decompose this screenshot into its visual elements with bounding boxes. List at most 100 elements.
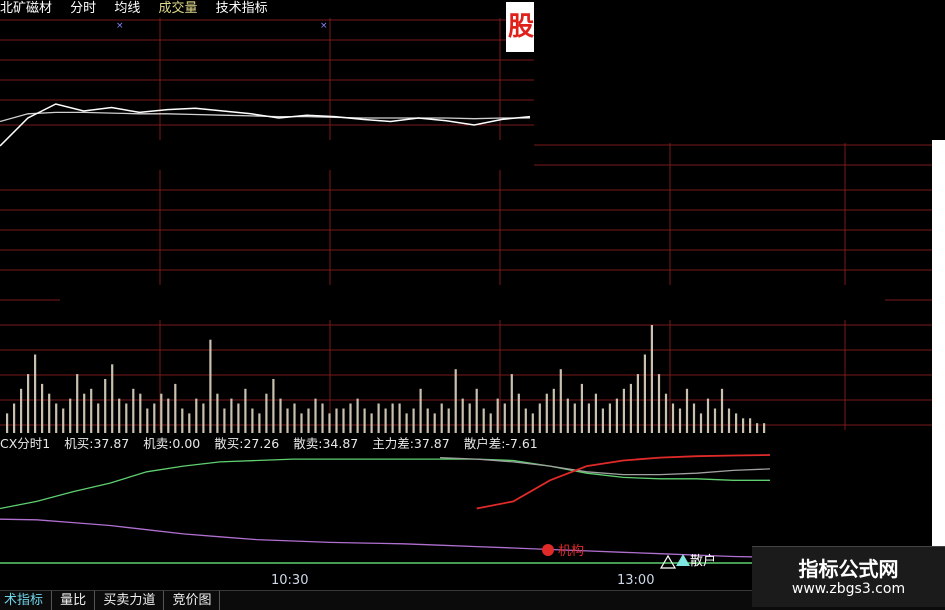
indicator-zhulicha: 主力差:37.87	[372, 436, 450, 451]
volume-bar-17	[125, 403, 128, 433]
watermark-url: www.zbgs3.com	[791, 581, 906, 597]
sanhu-line	[0, 518, 771, 558]
volume-bar-88	[622, 388, 625, 433]
volume-bar-0	[6, 413, 9, 433]
volume-bar-51	[363, 408, 366, 433]
volume-bar-23	[167, 398, 170, 433]
volume-bar-75	[531, 413, 534, 433]
volume-bar-40	[286, 408, 289, 433]
volume-bar-10	[76, 374, 79, 433]
volume-bar-84	[594, 393, 597, 433]
mask-mid-band	[60, 285, 885, 320]
volume-bar-50	[356, 398, 359, 433]
volume-bar-41	[293, 403, 296, 433]
volume-bar-73	[517, 393, 520, 433]
tab-jingjiatu[interactable]: 竞价图	[168, 591, 221, 610]
top-marker-1: ×	[116, 21, 124, 31]
volume-bar-19	[139, 393, 142, 433]
volume-bar-36	[258, 413, 261, 433]
volume-bar-87	[615, 398, 618, 433]
volume-bar-78	[552, 388, 555, 433]
chart-canvas: 机构散户 × ×	[0, 0, 945, 600]
volume-bar-20	[146, 408, 149, 433]
volume-bar-33	[237, 403, 240, 433]
volume-bar-80	[566, 398, 569, 433]
volume-bar-5	[41, 383, 44, 433]
volume-bar-104	[735, 413, 738, 433]
volume-bar-58	[412, 408, 415, 433]
volume-bar-45	[321, 403, 324, 433]
volume-bar-61	[433, 413, 436, 433]
volume-bar-39	[279, 398, 282, 433]
jigou-label: 机构	[558, 544, 584, 559]
volume-bar-60	[426, 408, 429, 433]
volume-bar-32	[230, 398, 233, 433]
volume-bar-18	[132, 388, 135, 433]
sanhu-marker	[676, 554, 690, 566]
volume-bar-16	[118, 398, 121, 433]
brand-logo-glyph: 股	[508, 12, 535, 42]
volume-bar-106	[749, 418, 752, 433]
volume-bar-96	[678, 408, 682, 433]
volume-bar-47	[335, 408, 338, 433]
volume-bar-90	[636, 374, 639, 433]
zhuli-line	[0, 458, 770, 510]
time-label-1030: 10:30	[271, 573, 309, 588]
indicator-jimai: 机买:37.87	[64, 436, 130, 451]
volume-bar-98	[692, 403, 696, 433]
volume-bar-42	[300, 413, 303, 433]
right-edge-strip	[932, 140, 945, 600]
jigou-marker	[542, 544, 554, 556]
volume-bar-82	[580, 383, 583, 433]
sanhu-label: 散户	[690, 553, 716, 569]
volume-bar-4	[34, 354, 37, 433]
volume-bar-37	[265, 393, 268, 433]
volume-bar-25	[181, 408, 184, 433]
top-marker-2: ×	[320, 21, 328, 31]
indicator-name[interactable]: CX分时1	[0, 436, 50, 451]
volume-bar-101	[713, 408, 717, 433]
volume-bar-14	[104, 379, 107, 433]
menu-junxian[interactable]: 均线	[114, 1, 140, 16]
tab-jishuzhibiao[interactable]: 术指标	[0, 591, 53, 610]
stock-name: 北矿磁材	[0, 1, 53, 16]
volume-bar-71	[503, 403, 506, 433]
tab-liangbi[interactable]: 量比	[56, 591, 96, 610]
menu-chengjiaoliang[interactable]: 成交量	[158, 1, 197, 16]
volume-bar-103	[727, 408, 731, 433]
indicator-jimai2: 机卖:0.00	[143, 436, 201, 451]
volume-bar-77	[545, 393, 548, 433]
volume-bar-11	[83, 393, 86, 433]
volume-bar-48	[342, 408, 345, 433]
volume-bar-65	[461, 398, 464, 433]
volume-bar-86	[608, 403, 611, 433]
menu-jishuzhibiao[interactable]: 技术指标	[216, 1, 268, 16]
volume-bar-3	[27, 374, 30, 433]
volume-bar-70	[496, 398, 499, 433]
volume-bar-56	[398, 403, 401, 433]
volume-bar-76	[538, 403, 541, 433]
volume-bar-15	[111, 364, 114, 433]
volume-bar-8	[62, 408, 65, 433]
volume-bar-1	[13, 403, 16, 433]
chart-stage: 机构散户 × ×	[0, 0, 945, 609]
header-bar: 北矿磁材 分时 均线 成交量 技术指标	[0, 0, 282, 18]
watermark-title: 指标公式网	[798, 557, 899, 581]
menu-fenshi[interactable]: 分时	[70, 1, 96, 16]
volume-bar-69	[489, 413, 492, 433]
volume-bar-21	[153, 403, 156, 433]
volume-bar-92	[650, 325, 653, 433]
volume-bar-66	[468, 403, 471, 433]
volume-bar-28	[202, 403, 205, 433]
tab-maimailidao[interactable]: 买卖力道	[99, 591, 165, 610]
volume-bar-24	[174, 383, 177, 433]
volume-bar-7	[55, 403, 58, 433]
volume-bar-34	[244, 388, 247, 433]
volume-bar-63	[447, 408, 450, 433]
volume-bar-9	[69, 398, 72, 433]
volume-bar-64	[454, 369, 457, 433]
volume-bar-52	[370, 413, 373, 433]
volume-bar-6	[48, 393, 51, 433]
volume-bar-81	[573, 403, 576, 433]
volume-bar-102	[720, 388, 724, 433]
